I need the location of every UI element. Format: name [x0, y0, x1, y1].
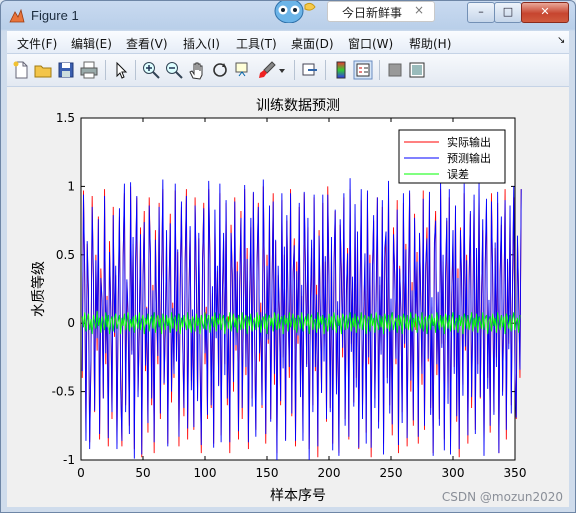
x-axis-label: 样本序号: [270, 488, 326, 504]
brush-icon[interactable]: [257, 60, 277, 80]
y-tick-label: 1.5: [56, 111, 75, 125]
legend-label-predicted: 预测输出: [447, 151, 491, 165]
x-tick-label: 300: [442, 466, 465, 480]
link-plot-icon[interactable]: [300, 60, 320, 80]
title-bar[interactable]: Figure 1 今日新鲜事 × – □ ✕: [1, 1, 575, 31]
close-button[interactable]: ✕: [521, 2, 569, 23]
y-tick-label: 0.5: [56, 248, 75, 262]
news-popup-close-button[interactable]: ×: [414, 3, 424, 17]
y-tick-label: -0.5: [52, 385, 75, 399]
toolbar: [7, 54, 569, 87]
new-figure-icon[interactable]: [11, 60, 31, 80]
legend-label-error: 误差: [447, 167, 469, 181]
legend[interactable]: 实际输出 预测输出 误差: [398, 129, 506, 184]
minimize-button[interactable]: –: [467, 2, 495, 23]
menu-help[interactable]: 帮助(H): [409, 35, 451, 52]
chart-title: 训练数据预测: [256, 98, 340, 114]
zoom-out-icon[interactable]: [164, 60, 184, 80]
y-tick-label: -1: [63, 453, 75, 467]
data-cursor-icon[interactable]: [233, 60, 253, 80]
window-title: Figure 1: [31, 8, 79, 23]
menu-desktop[interactable]: 桌面(D): [291, 35, 334, 52]
maximize-button[interactable]: □: [494, 2, 522, 23]
menu-insert[interactable]: 插入(I): [183, 35, 220, 52]
legend-icon[interactable]: [353, 60, 373, 80]
plot-area[interactable]: 训练数据预测 样本序号 水质等级 0 50 100 150 200 250 300 350 -1…: [7, 87, 569, 507]
menu-window[interactable]: 窗口(W): [348, 35, 393, 52]
x-tick-label: 350: [504, 466, 527, 480]
menu-tools[interactable]: 工具(T): [236, 35, 277, 52]
colorbar-icon[interactable]: [331, 60, 351, 80]
x-tick-label: 0: [77, 466, 85, 480]
save-icon[interactable]: [56, 60, 76, 80]
figure-canvas: 训练数据预测 样本序号 水质等级 0 50 100 150 200 250 300 350 -1…: [7, 87, 569, 507]
dock-arrow-icon[interactable]: ↘: [557, 35, 565, 46]
print-icon[interactable]: [79, 60, 99, 80]
open-file-icon[interactable]: [33, 60, 53, 80]
y-tick-label: 0: [67, 316, 75, 330]
x-tick-label: 250: [380, 466, 403, 480]
x-tick-label: 50: [135, 466, 150, 480]
menu-bar: 文件(F) 编辑(E) 查看(V) 插入(I) 工具(T) 桌面(D) 窗口(W…: [7, 31, 569, 54]
news-popup-text: 今日新鲜事: [342, 6, 403, 20]
select-arrow-icon[interactable]: [111, 60, 131, 80]
y-tick-label: 1: [67, 179, 75, 193]
hide-plot-tools-icon[interactable]: [385, 60, 405, 80]
legend-label-actual: 实际输出: [447, 135, 491, 149]
dropdown-arrow-icon[interactable]: [277, 60, 287, 80]
pan-hand-icon[interactable]: [187, 60, 207, 80]
figure-window: Figure 1 今日新鲜事 × – □ ✕ 文件(F) 编辑(E) 查看(V)…: [0, 0, 576, 513]
zoom-in-icon[interactable]: [141, 60, 161, 80]
show-plot-tools-icon[interactable]: [407, 60, 427, 80]
y-axis-label: 水质等级: [30, 261, 47, 317]
matlab-icon: [9, 9, 25, 23]
news-popup[interactable]: 今日新鲜事 ×: [327, 1, 435, 22]
owl-mascot-icon: [274, 1, 316, 23]
menu-file[interactable]: 文件(F): [17, 35, 57, 52]
csdn-watermark: CSDN @mozun2020: [442, 490, 563, 504]
menu-edit[interactable]: 编辑(E): [71, 35, 112, 52]
x-tick-label: 200: [318, 466, 341, 480]
rotate-3d-icon[interactable]: [210, 60, 230, 80]
x-tick-label: 150: [256, 466, 279, 480]
menu-view[interactable]: 查看(V): [126, 35, 168, 52]
x-tick-label: 100: [194, 466, 217, 480]
